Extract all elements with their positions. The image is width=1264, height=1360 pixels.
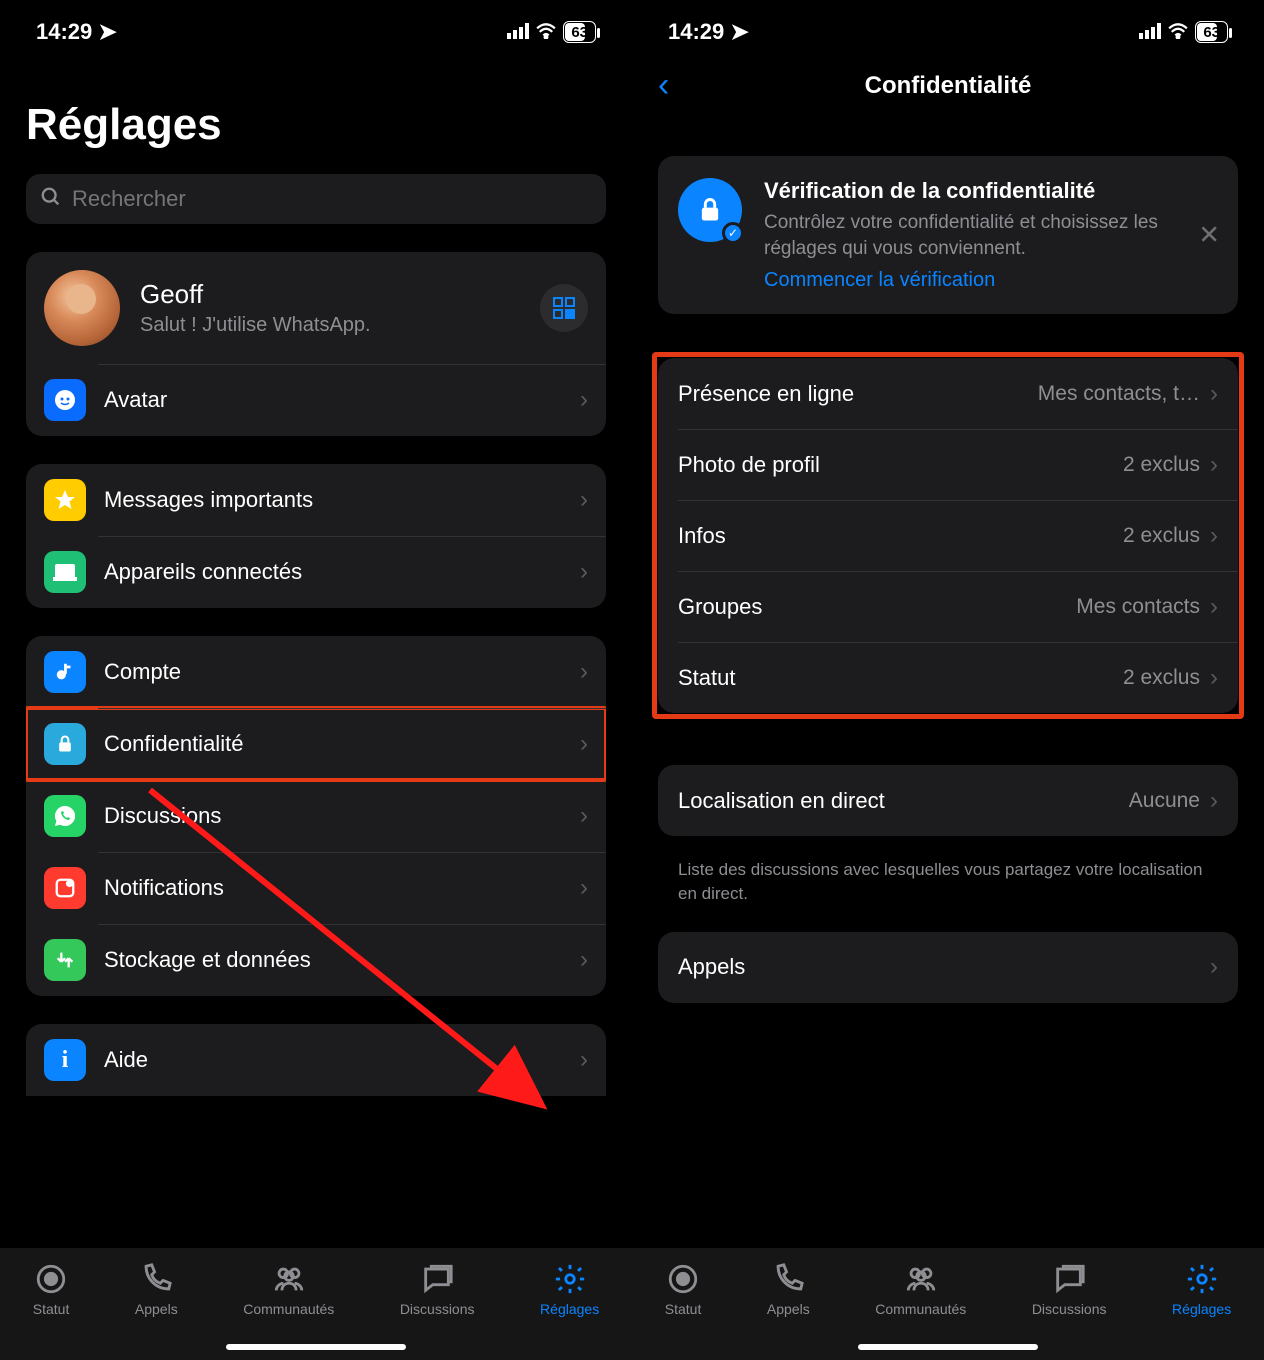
tab-communities[interactable]: Communautés bbox=[875, 1262, 966, 1317]
star-icon bbox=[44, 479, 86, 521]
linked-devices-row[interactable]: Appareils connectés › bbox=[26, 536, 606, 608]
tab-calls[interactable]: Appels bbox=[135, 1262, 178, 1317]
help-row[interactable]: i Aide › bbox=[26, 1024, 606, 1096]
location-footer: Liste des discussions avec lesquelles vo… bbox=[658, 858, 1238, 906]
chevron-right-icon: › bbox=[580, 874, 588, 902]
back-button[interactable]: ‹ bbox=[658, 68, 669, 102]
notifications-icon bbox=[44, 867, 86, 909]
home-indicator bbox=[858, 1344, 1038, 1350]
status-time: 14:29 ➤ bbox=[668, 19, 749, 45]
search-bar[interactable] bbox=[26, 174, 606, 224]
status-time: 14:29 ➤ bbox=[36, 19, 117, 45]
tab-bar: Statut Appels Communautés Discussions Ré… bbox=[0, 1248, 632, 1360]
status-bar: 14:29 ➤ 63 bbox=[26, 0, 606, 56]
group-help: i Aide › bbox=[26, 1024, 606, 1096]
chevron-right-icon: › bbox=[1210, 522, 1218, 550]
avatar-row[interactable]: Avatar › bbox=[26, 364, 606, 436]
chevron-right-icon: › bbox=[580, 730, 588, 758]
page-title: Réglages bbox=[26, 100, 606, 150]
search-icon bbox=[40, 186, 62, 213]
chevron-right-icon: › bbox=[580, 386, 588, 414]
avatar bbox=[44, 270, 120, 346]
chevron-right-icon: › bbox=[580, 486, 588, 514]
battery-indicator: 63 bbox=[1195, 21, 1228, 43]
status-bar: 14:29 ➤ 63 bbox=[658, 0, 1238, 56]
search-input[interactable] bbox=[72, 186, 592, 212]
close-banner-button[interactable]: ✕ bbox=[1198, 220, 1220, 251]
banner-link[interactable]: Commencer la vérification bbox=[764, 269, 1218, 292]
avatar-icon bbox=[44, 379, 86, 421]
starred-messages-row[interactable]: Messages importants › bbox=[26, 464, 606, 536]
chevron-right-icon: › bbox=[580, 1046, 588, 1074]
groups-row[interactable]: Groupes Mes contacts › bbox=[658, 571, 1238, 642]
battery-indicator: 63 bbox=[563, 21, 596, 43]
lock-badge-icon: ✓ bbox=[678, 178, 742, 242]
right-screenshot: 14:29 ➤ 63 ‹ Confidentialité ✓ Vérificat… bbox=[632, 0, 1264, 1360]
tab-status[interactable]: Statut bbox=[665, 1262, 702, 1317]
nav-title: Confidentialité bbox=[865, 72, 1032, 100]
chevron-right-icon: › bbox=[1210, 593, 1218, 621]
tab-bar: Statut Appels Communautés Discussions Ré… bbox=[632, 1248, 1264, 1360]
key-icon bbox=[44, 651, 86, 693]
home-indicator bbox=[226, 1344, 406, 1350]
status-indicators: 63 bbox=[507, 19, 596, 45]
banner-body: Contrôlez votre confidentialité et chois… bbox=[764, 210, 1218, 261]
chevron-right-icon: › bbox=[580, 658, 588, 686]
chats-row[interactable]: Discussions › bbox=[26, 780, 606, 852]
wifi-icon bbox=[1167, 19, 1189, 45]
chevron-right-icon: › bbox=[580, 946, 588, 974]
cell-signal-icon bbox=[507, 19, 529, 45]
nav-header: ‹ Confidentialité bbox=[658, 56, 1238, 116]
chevron-right-icon: › bbox=[1210, 380, 1218, 408]
tab-settings[interactable]: Réglages bbox=[540, 1262, 599, 1317]
group-messages: Messages importants › Appareils connecté… bbox=[26, 464, 606, 608]
account-row[interactable]: Compte › bbox=[26, 636, 606, 708]
group-settings: Compte › Confidentialité › Discussions ›… bbox=[26, 636, 606, 996]
privacy-options-group: Présence en ligne Mes contacts, t… › Pho… bbox=[658, 358, 1238, 713]
tab-chats[interactable]: Discussions bbox=[1032, 1262, 1107, 1317]
info-icon: i bbox=[44, 1039, 86, 1081]
privacy-check-banner: ✓ Vérification de la confidentialité Con… bbox=[658, 156, 1238, 314]
chevron-right-icon: › bbox=[1210, 451, 1218, 479]
calls-group: Appels › bbox=[658, 932, 1238, 1003]
qr-code-button[interactable] bbox=[540, 284, 588, 332]
profile-row[interactable]: Geoff Salut ! J'utilise WhatsApp. bbox=[26, 252, 606, 364]
lock-icon bbox=[44, 723, 86, 765]
last-seen-row[interactable]: Présence en ligne Mes contacts, t… › bbox=[658, 358, 1238, 429]
cell-signal-icon bbox=[1139, 19, 1161, 45]
wifi-icon bbox=[535, 19, 557, 45]
chevron-right-icon: › bbox=[1210, 787, 1218, 815]
tab-status[interactable]: Statut bbox=[33, 1262, 70, 1317]
chevron-right-icon: › bbox=[580, 802, 588, 830]
left-screenshot: 14:29 ➤ 63 Réglages Geoff Salut ! J'util… bbox=[0, 0, 632, 1360]
notifications-row[interactable]: Notifications › bbox=[26, 852, 606, 924]
live-location-row[interactable]: Localisation en direct Aucune › bbox=[658, 765, 1238, 836]
banner-title: Vérification de la confidentialité bbox=[764, 178, 1218, 204]
chevron-right-icon: › bbox=[580, 558, 588, 586]
status-indicators: 63 bbox=[1139, 19, 1228, 45]
profile-name: Geoff bbox=[140, 279, 520, 310]
laptop-icon bbox=[44, 551, 86, 593]
tab-chats[interactable]: Discussions bbox=[400, 1262, 475, 1317]
live-location-group: Localisation en direct Aucune › bbox=[658, 765, 1238, 836]
tab-communities[interactable]: Communautés bbox=[243, 1262, 334, 1317]
location-arrow-icon: ➤ bbox=[730, 19, 748, 44]
privacy-row[interactable]: Confidentialité › bbox=[26, 708, 606, 780]
chevron-right-icon: › bbox=[1210, 953, 1218, 981]
calls-privacy-row[interactable]: Appels › bbox=[658, 932, 1238, 1003]
whatsapp-icon bbox=[44, 795, 86, 837]
profile-status: Salut ! J'utilise WhatsApp. bbox=[140, 314, 520, 337]
location-arrow-icon: ➤ bbox=[98, 19, 116, 44]
storage-icon bbox=[44, 939, 86, 981]
profile-photo-row[interactable]: Photo de profil 2 exclus › bbox=[658, 429, 1238, 500]
tab-calls[interactable]: Appels bbox=[767, 1262, 810, 1317]
storage-row[interactable]: Stockage et données › bbox=[26, 924, 606, 996]
status-row[interactable]: Statut 2 exclus › bbox=[658, 642, 1238, 713]
profile-group: Geoff Salut ! J'utilise WhatsApp. Avatar… bbox=[26, 252, 606, 436]
about-row[interactable]: Infos 2 exclus › bbox=[658, 500, 1238, 571]
checkmark-icon: ✓ bbox=[722, 222, 744, 244]
chevron-right-icon: › bbox=[1210, 664, 1218, 692]
tab-settings[interactable]: Réglages bbox=[1172, 1262, 1231, 1317]
